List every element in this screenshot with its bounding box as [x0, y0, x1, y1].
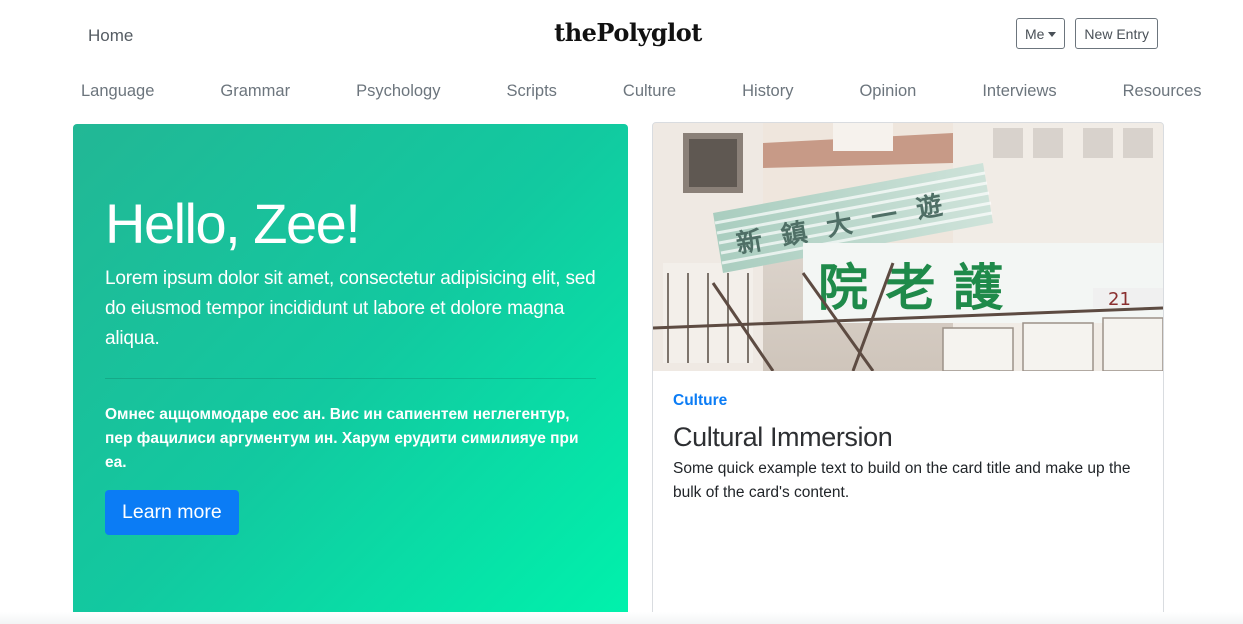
header-actions: Me New Entry	[1015, 18, 1158, 49]
card-image: 新 鎮 大 一 遊 院 老 護 21	[653, 123, 1163, 371]
svg-text:一: 一	[869, 200, 900, 234]
category-link-language[interactable]: Language	[48, 82, 187, 101]
caret-down-icon	[1048, 31, 1057, 37]
me-dropdown-button[interactable]: Me	[1015, 18, 1066, 49]
street-sign-photo: 新 鎮 大 一 遊 院 老 護 21	[653, 123, 1163, 371]
learn-more-button[interactable]: Learn more	[105, 490, 239, 535]
category-link-psychology[interactable]: Psychology	[323, 82, 473, 101]
category-nav: Language Grammar Psychology Scripts Cult…	[48, 82, 1210, 101]
svg-text:新: 新	[734, 225, 765, 260]
category-link-opinion[interactable]: Opinion	[826, 82, 949, 101]
new-entry-button[interactable]: New Entry	[1075, 18, 1158, 49]
hero-title: Hello, Zee!	[105, 192, 361, 255]
sign-number-text: 21	[1108, 289, 1131, 310]
top-navbar: Home thePolyglot Me New Entry	[0, 0, 1243, 70]
hero-body-text: Омнес ацщоммодаре еос ан. Вис ин сапиент…	[105, 406, 579, 471]
category-link-culture[interactable]: Culture	[590, 82, 709, 101]
svg-text:大: 大	[824, 209, 855, 243]
category-link-resources[interactable]: Resources	[1090, 82, 1235, 101]
welcome-hero: Hello, Zee! Lorem ipsum dolor sit amet, …	[73, 124, 628, 618]
svg-text:遊: 遊	[914, 190, 945, 225]
category-link-history[interactable]: History	[709, 82, 826, 101]
category-link-grammar[interactable]: Grammar	[187, 82, 323, 101]
card-category-link[interactable]: Culture	[673, 392, 727, 409]
page-bottom-edge	[0, 612, 1243, 624]
hero-divider	[105, 378, 596, 379]
card-title[interactable]: Cultural Immersion	[673, 421, 1143, 453]
category-link-interviews[interactable]: Interviews	[949, 82, 1089, 101]
card-text: Some quick example text to build on the …	[673, 460, 1131, 501]
me-dropdown-label: Me	[1024, 25, 1045, 42]
article-card[interactable]: 新 鎮 大 一 遊 院 老 護 21 Culture Cultural Imme…	[652, 122, 1164, 617]
sign-chinese-text: 院 老 護	[818, 258, 1004, 317]
category-link-scripts[interactable]: Scripts	[473, 82, 589, 101]
card-body: Culture Cultural Immersion Some quick ex…	[653, 371, 1163, 526]
hero-lead-text: Lorem ipsum dolor sit amet, consectetur …	[105, 268, 596, 349]
